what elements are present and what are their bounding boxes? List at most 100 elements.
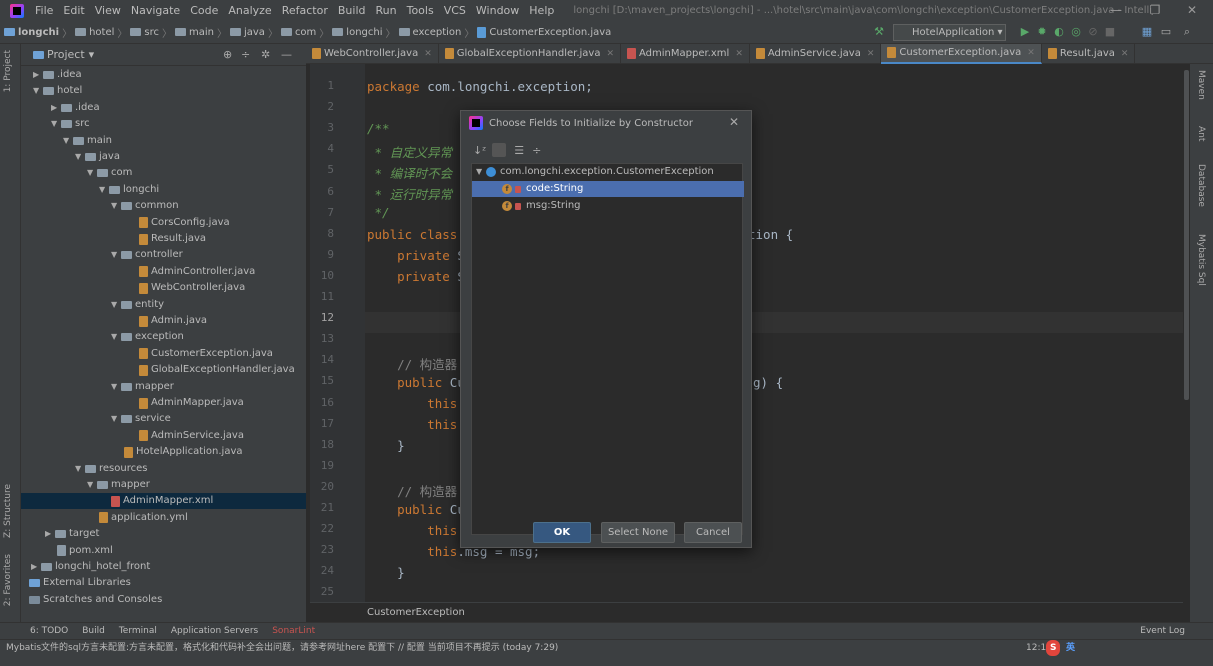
tree-item[interactable]: application.yml xyxy=(21,510,306,526)
todo-tool-tab[interactable]: 6: TODO xyxy=(30,626,68,636)
stop-icon[interactable]: ■ xyxy=(1104,26,1116,38)
project-view-select[interactable]: Project xyxy=(47,48,85,61)
debug-icon[interactable]: ✹ xyxy=(1036,26,1048,38)
tree-item[interactable]: ▼ exception xyxy=(21,329,306,345)
database-tool-tab[interactable]: Database xyxy=(1196,164,1206,207)
menu-window[interactable]: Window xyxy=(471,0,524,21)
expand-all-icon[interactable]: ☰ xyxy=(514,144,524,157)
collapsed-triangle-icon[interactable]: ▶ xyxy=(51,100,61,116)
tree-item[interactable]: ▼ resources xyxy=(21,461,306,477)
collapse-all-icon[interactable]: ÷ xyxy=(241,48,250,61)
show-fields-toggle-icon[interactable] xyxy=(492,143,507,157)
editor-breadcrumb[interactable]: CustomerException xyxy=(310,602,1183,622)
tree-item[interactable]: ▶ .idea xyxy=(21,67,306,83)
menu-analyze[interactable]: Analyze xyxy=(223,0,276,21)
caret-position[interactable]: 12:1 xyxy=(1026,640,1046,656)
tree-item[interactable]: CorsConfig.java xyxy=(21,215,306,231)
expanded-triangle-icon[interactable]: ▼ xyxy=(75,461,85,477)
tree-item[interactable]: ▼ common xyxy=(21,198,306,214)
favorites-tool-tab[interactable]: 2: Favorites xyxy=(3,554,13,606)
run-config-select[interactable]: HotelApplication ▾ xyxy=(893,24,1006,41)
editor-tab[interactable]: WebController.java ✕ xyxy=(306,43,439,64)
structure-tool-tab[interactable]: Z: Structure xyxy=(3,484,13,538)
expanded-triangle-icon[interactable]: ▼ xyxy=(111,297,121,313)
tree-item[interactable]: Result.java xyxy=(21,231,306,247)
expanded-triangle-icon[interactable]: ▼ xyxy=(51,116,61,132)
breadcrumb-item[interactable]: exception xyxy=(413,27,462,38)
tree-item[interactable]: ▼ service xyxy=(21,411,306,427)
expanded-triangle-icon[interactable]: ▼ xyxy=(111,198,121,214)
tree-item[interactable]: HotelApplication.java xyxy=(21,444,306,460)
collapsed-triangle-icon[interactable]: ▶ xyxy=(33,67,43,83)
menu-run[interactable]: Run xyxy=(371,0,402,21)
menu-help[interactable]: Help xyxy=(524,0,559,21)
tree-item[interactable]: AdminService.java xyxy=(21,428,306,444)
status-message[interactable]: Mybatis文件的sql方言未配置:方言未配置，格式化和代码补全会出问题，请参… xyxy=(6,643,558,653)
ant-tool-tab[interactable]: Ant xyxy=(1196,126,1206,141)
expanded-triangle-icon[interactable]: ▼ xyxy=(87,477,97,493)
expanded-triangle-icon[interactable]: ▼ xyxy=(111,247,121,263)
hide-panel-icon[interactable]: — xyxy=(281,48,292,61)
breadcrumb-item[interactable]: com xyxy=(295,27,316,38)
close-tab-icon[interactable]: ✕ xyxy=(606,49,614,59)
tree-item[interactable]: ▶ longchi_hotel_front xyxy=(21,559,306,575)
layout-icon[interactable]: ▭ xyxy=(1160,26,1172,38)
tree-item[interactable]: ▼ com xyxy=(21,165,306,181)
expanded-triangle-icon[interactable]: ▼ xyxy=(111,411,121,427)
project-tool-tab[interactable]: 1: Project xyxy=(3,50,13,92)
breadcrumb-item[interactable]: longchi xyxy=(346,27,382,38)
close-tab-icon[interactable]: ✕ xyxy=(867,49,875,59)
tree-item[interactable]: ▼ longchi xyxy=(21,182,306,198)
breadcrumb-item[interactable]: hotel xyxy=(89,27,114,38)
editor-tab[interactable]: AdminService.java ✕ xyxy=(750,43,882,64)
mybatis-sql-tool-tab[interactable]: Mybatis Sql xyxy=(1196,234,1206,286)
settings-gear-icon[interactable]: ✲ xyxy=(261,48,270,61)
field-item-code[interactable]: f code:String xyxy=(472,181,744,197)
attach-icon[interactable]: ⊘ xyxy=(1087,26,1099,38)
expanded-triangle-icon[interactable]: ▼ xyxy=(99,182,109,198)
tree-item[interactable]: ▶ target xyxy=(21,526,306,542)
menu-code[interactable]: Code xyxy=(185,0,223,21)
tree-item[interactable]: ▼ controller xyxy=(21,247,306,263)
breadcrumb-item[interactable]: main xyxy=(189,27,214,38)
build-tool-tab[interactable]: Build xyxy=(82,626,105,636)
close-tab-icon[interactable]: ✕ xyxy=(1121,49,1129,59)
tree-item[interactable]: GlobalExceptionHandler.java xyxy=(21,362,306,378)
breadcrumb-item[interactable]: src xyxy=(144,27,159,38)
expanded-triangle-icon[interactable]: ▼ xyxy=(75,149,85,165)
tree-item[interactable]: AdminMapper.xml xyxy=(21,493,306,510)
ok-button[interactable]: OK xyxy=(533,522,591,543)
class-node[interactable]: ▼ com.longchi.exception.CustomerExceptio… xyxy=(472,164,744,180)
project-structure-icon[interactable]: ▦ xyxy=(1141,26,1153,38)
collapsed-triangle-icon[interactable]: ▶ xyxy=(45,526,55,542)
menu-navigate[interactable]: Navigate xyxy=(126,0,185,21)
expanded-triangle-icon[interactable]: ▼ xyxy=(111,379,121,395)
tree-item[interactable]: ▼ mapper xyxy=(21,379,306,395)
close-window-button[interactable]: ✕ xyxy=(1177,0,1207,21)
application-servers-tool-tab[interactable]: Application Servers xyxy=(171,626,258,636)
menu-build[interactable]: Build xyxy=(333,0,371,21)
expanded-triangle-icon[interactable]: ▼ xyxy=(63,133,73,149)
menu-vcs[interactable]: VCS xyxy=(439,0,471,21)
expanded-triangle-icon[interactable]: ▼ xyxy=(87,165,97,181)
expanded-triangle-icon[interactable]: ▼ xyxy=(33,83,43,99)
profile-icon[interactable]: ◎ xyxy=(1070,26,1082,38)
tree-item[interactable]: ▶ .idea xyxy=(21,100,306,116)
search-everywhere-icon[interactable]: ⌕ xyxy=(1181,26,1193,38)
menu-view[interactable]: View xyxy=(90,0,126,21)
event-log-button[interactable]: Event Log xyxy=(1140,626,1185,636)
tree-item[interactable]: pom.xml xyxy=(21,543,306,559)
close-tab-icon[interactable]: ✕ xyxy=(424,49,432,59)
editor-tab[interactable]: CustomerException.java ✕ xyxy=(881,43,1042,64)
collapse-all-icon[interactable]: ÷ xyxy=(532,144,541,157)
run-icon[interactable]: ▶ xyxy=(1019,26,1031,38)
tree-item[interactable]: ▼ mapper xyxy=(21,477,306,493)
editor-scrollbar-thumb[interactable] xyxy=(1184,70,1189,400)
close-tab-icon[interactable]: ✕ xyxy=(1027,48,1035,58)
sonarlint-tool-tab[interactable]: SonarLint xyxy=(272,626,315,636)
tree-item[interactable]: CustomerException.java xyxy=(21,346,306,362)
breadcrumb-item[interactable]: CustomerException.java xyxy=(489,27,611,38)
menu-edit[interactable]: Edit xyxy=(58,0,89,21)
editor-tab[interactable]: AdminMapper.xml ✕ xyxy=(621,43,750,64)
select-none-button[interactable]: Select None xyxy=(601,522,675,543)
